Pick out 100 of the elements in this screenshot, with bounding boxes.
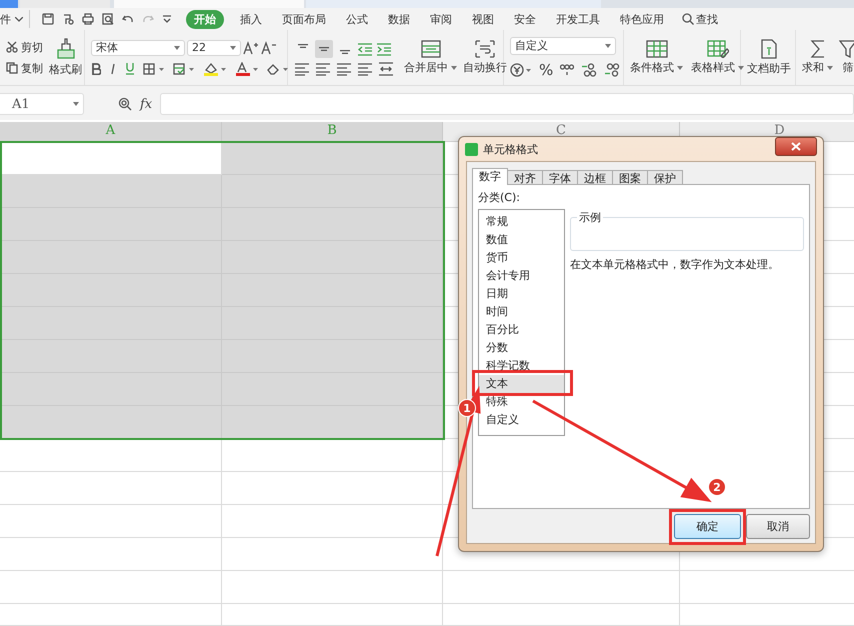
table-cell[interactable] [0,307,222,340]
cell-style-icon[interactable] [173,62,195,74]
table-cell[interactable] [0,439,222,472]
filter-button[interactable]: 筛 [842,60,854,75]
sum-icon[interactable] [810,40,826,58]
grow-font-icon[interactable] [243,40,259,54]
search-icon[interactable] [682,13,694,25]
caret-icon[interactable] [827,66,833,70]
category-item[interactable]: 百分比 [479,321,564,339]
menu-tab[interactable]: 审阅 [420,10,462,28]
category-item[interactable]: 文本 [479,375,564,393]
decrease-decimal-icon[interactable] [604,62,620,76]
border-icon[interactable] [143,62,165,74]
print-icon[interactable] [82,13,94,25]
table-cell[interactable] [0,340,222,373]
align-left-icon[interactable] [294,62,310,76]
font-size-field[interactable]: 22 [187,40,241,56]
caret-icon[interactable] [677,66,683,70]
brush-icon[interactable] [62,13,74,25]
table-cell[interactable] [0,175,222,208]
wrap-text-button[interactable]: 自动换行 [463,60,507,75]
dialog-tab[interactable]: 字体 [542,170,578,185]
close-button[interactable] [775,137,817,156]
function-button[interactable]: fx [140,96,152,112]
table-cell[interactable] [0,406,222,439]
number-format-field[interactable]: 自定义 [510,36,616,54]
align-center-icon[interactable] [315,62,331,76]
copy-button[interactable]: 复制 [21,60,43,76]
table-style-icon[interactable] [706,40,728,58]
zoom-icon[interactable] [118,97,132,111]
table-cell[interactable] [222,406,443,439]
category-item[interactable]: 时间 [479,303,564,321]
ok-button[interactable]: 确定 [674,514,741,539]
italic-icon[interactable] [109,62,117,74]
category-item[interactable]: 常规 [479,213,564,231]
name-box[interactable]: A1 [0,93,84,115]
conditional-format-icon[interactable] [646,40,668,58]
category-item[interactable]: 科学记数 [479,357,564,375]
align-right-icon[interactable] [336,62,352,76]
dialog-tab[interactable]: 数字 [472,168,508,185]
table-cell[interactable] [0,208,222,241]
table-cell[interactable] [222,505,443,538]
dialog-tab[interactable]: 保护 [647,170,683,185]
fill-color-icon[interactable] [203,62,227,76]
caret-icon[interactable] [73,102,79,106]
table-cell[interactable] [222,241,443,274]
table-cell[interactable] [222,373,443,406]
caret-icon[interactable] [738,66,744,70]
dialog-tab[interactable]: 图案 [612,170,648,185]
table-cell[interactable] [443,604,680,626]
caret-icon[interactable] [451,66,457,70]
table-cell[interactable] [222,340,443,373]
cancel-button[interactable]: 取消 [746,514,810,539]
table-cell[interactable] [222,571,443,604]
font-color-icon[interactable] [235,62,259,76]
document-icon[interactable] [760,39,778,59]
table-cell[interactable] [222,604,443,626]
menu-tab[interactable]: 数据 [378,10,420,28]
table-cell[interactable] [0,538,222,571]
filter-icon[interactable] [839,40,854,58]
table-cell[interactable] [443,571,680,604]
conditional-format-button[interactable]: 条件格式 [630,60,674,75]
thousands-separator-icon[interactable] [560,62,574,76]
font-name-field[interactable]: 宋体 [91,40,185,56]
sum-button[interactable]: 求和 [802,60,824,75]
percent-button[interactable]: % [539,60,554,78]
caret-icon[interactable] [605,44,611,48]
caret-icon[interactable] [174,46,180,50]
table-cell[interactable] [0,373,222,406]
table-cell[interactable] [222,142,443,175]
formula-input[interactable] [160,93,854,115]
increase-indent-icon[interactable] [376,42,392,56]
table-cell[interactable] [222,538,443,571]
menu-tab[interactable]: 视图 [462,10,504,28]
chevron-down-icon[interactable] [15,16,23,22]
category-item[interactable]: 会计专用 [479,267,564,285]
distribute-icon[interactable] [378,62,394,76]
table-cell[interactable] [0,505,222,538]
category-item[interactable]: 自定义 [479,411,564,429]
category-item[interactable]: 货币 [479,249,564,267]
table-cell[interactable] [0,604,222,626]
table-cell[interactable] [222,274,443,307]
format-painter-button[interactable]: 格式刷 [49,62,82,77]
caret-icon[interactable] [230,46,236,50]
copy-icon[interactable] [6,62,18,74]
category-item[interactable]: 特殊 [479,393,564,411]
underline-icon[interactable] [125,62,135,75]
table-cell[interactable] [0,274,222,307]
cut-button[interactable]: 剪切 [21,40,43,54]
merge-center-button[interactable]: 合并居中 [404,60,448,75]
increase-decimal-icon[interactable] [581,62,598,76]
decrease-indent-icon[interactable] [357,42,373,56]
wrap-text-icon[interactable] [475,40,495,58]
currency-icon[interactable] [510,62,532,76]
menu-tab[interactable]: 插入 [230,10,272,28]
save-icon[interactable] [42,13,54,25]
menu-tab[interactable]: 公式 [336,10,378,28]
category-list[interactable]: 常规 数值 货币 会计专用 日期 时间 百分比 分数 科学记数 文本 特殊 自定义 [478,209,565,436]
customize-icon[interactable] [162,14,172,24]
file-menu[interactable]: 件 [0,12,11,26]
